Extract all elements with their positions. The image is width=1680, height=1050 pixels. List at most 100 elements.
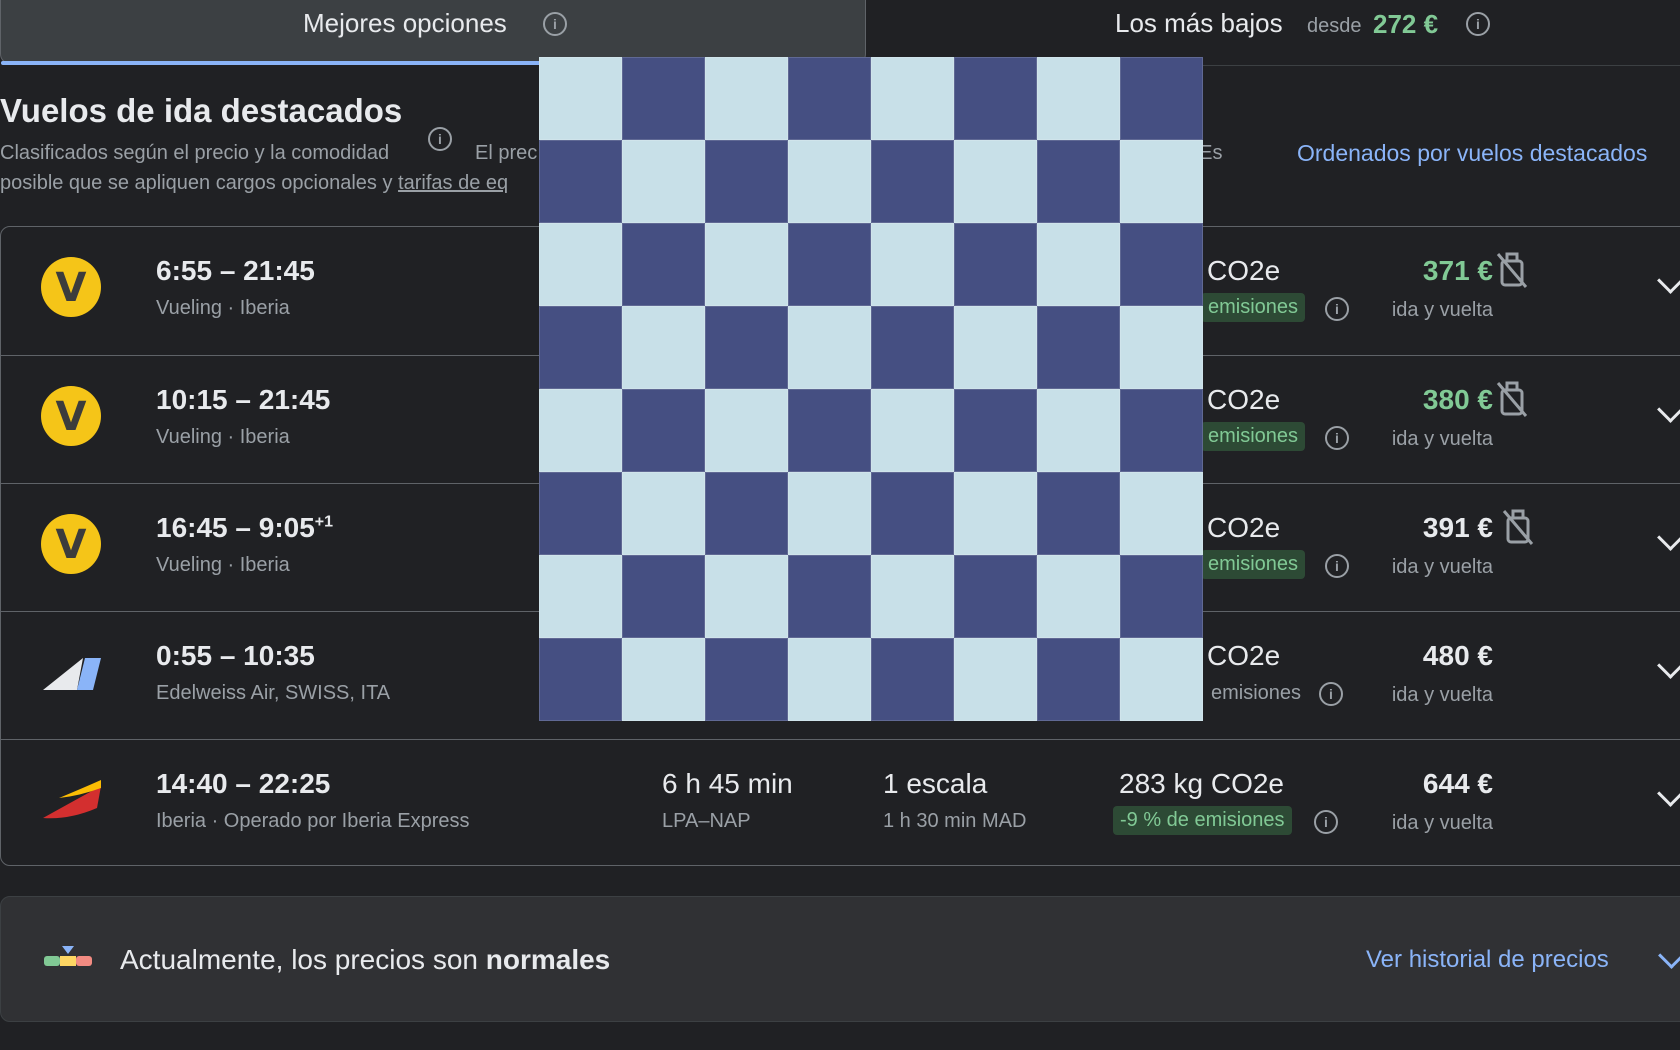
airline-name: Iberia · Operado por Iberia Express: [156, 810, 470, 832]
checker-square: [788, 638, 871, 721]
checker-square: [871, 57, 954, 140]
checker-square: [705, 638, 788, 721]
fees-link[interactable]: tarifas de eq: [398, 172, 508, 194]
co2-value: 283 kg CO2e: [1119, 768, 1284, 799]
checker-square: [705, 223, 788, 306]
flight-row[interactable]: 14:40 – 22:25 Iberia · Operado por Iberia…: [1, 739, 1680, 868]
emissions-text: emisiones: [1211, 682, 1302, 704]
vueling-logo: V: [41, 514, 101, 574]
checker-square: [1037, 306, 1120, 389]
checker-square: [1120, 57, 1203, 140]
subtitle-line-1a: Clasificados según el precio y la comodi…: [0, 142, 390, 164]
info-icon[interactable]: i: [1325, 426, 1349, 450]
checker-square: [622, 389, 705, 472]
checker-square: [1037, 223, 1120, 306]
checker-square: [788, 389, 871, 472]
checker-square: [871, 638, 954, 721]
flight-price: 644 €: [1422, 768, 1493, 799]
info-icon[interactable]: i: [1466, 12, 1490, 36]
flight-price: 380 €: [1422, 384, 1493, 415]
trip-type: ida y vuelta: [1391, 428, 1493, 450]
no-carry-on-bag-icon: [1496, 252, 1528, 288]
from-label: desde: [1307, 15, 1362, 37]
airline-name: Vueling · Iberia: [156, 426, 290, 448]
chevron-down-icon[interactable]: [1657, 780, 1680, 807]
subtitle-line-2: posible que se apliquen cargos opcionale…: [0, 172, 508, 195]
checker-square: [1037, 57, 1120, 140]
checker-square: [1037, 555, 1120, 638]
price-history-link[interactable]: Ver historial de precios: [1366, 946, 1609, 974]
flight-price: 371 €: [1422, 255, 1493, 286]
checker-square: [622, 57, 705, 140]
info-icon[interactable]: i: [1325, 297, 1349, 321]
flight-times: 0:55 – 10:35: [156, 640, 315, 672]
info-icon[interactable]: i: [1314, 810, 1338, 834]
flight-times: 16:45 – 9:05+1: [156, 512, 333, 544]
checker-square: [1120, 389, 1203, 472]
checker-square: [954, 223, 1037, 306]
iberia-logo: [43, 780, 101, 819]
flight-time-range: 6:55 – 21:45: [156, 255, 315, 286]
checker-square: [788, 306, 871, 389]
checker-square: [1120, 472, 1203, 555]
trip-type: ida y vuelta: [1391, 812, 1493, 834]
checker-square: [788, 57, 871, 140]
checker-square: [1037, 389, 1120, 472]
subtitle-line-1b: El prec: [475, 142, 538, 164]
chevron-down-icon[interactable]: [1657, 524, 1680, 551]
checker-square: [1037, 638, 1120, 721]
price-insight-text: Actualmente, los precios son normales: [120, 944, 610, 976]
checker-square: [539, 638, 622, 721]
price-insight-status: normales: [485, 944, 611, 975]
chevron-down-icon[interactable]: [1657, 396, 1680, 423]
emissions-badge: emisiones: [1201, 293, 1306, 322]
flight-time-range: 10:15 – 21:45: [156, 384, 331, 415]
info-icon[interactable]: i: [1319, 682, 1343, 706]
chevron-down-icon[interactable]: [1657, 652, 1680, 679]
checker-square: [954, 472, 1037, 555]
flight-price: 391 €: [1422, 512, 1493, 543]
edelweiss-logo: [43, 658, 101, 690]
checker-square: [705, 555, 788, 638]
checker-square: [788, 472, 871, 555]
flight-price: 480 €: [1422, 640, 1493, 671]
co2-value: CO2e: [1207, 640, 1281, 671]
flight-times: 10:15 – 21:45: [156, 384, 330, 416]
checker-square: [539, 306, 622, 389]
flight-duration: 6 h 45 min: [662, 768, 793, 799]
checker-square: [954, 306, 1037, 389]
checker-square: [954, 638, 1037, 721]
trip-type: ida y vuelta: [1391, 684, 1493, 706]
info-icon[interactable]: i: [1325, 554, 1349, 578]
stop-info: 1 h 30 min MAD: [883, 810, 1027, 832]
checker-square: [788, 555, 871, 638]
info-icon[interactable]: i: [543, 12, 567, 36]
checker-square: [954, 555, 1037, 638]
price-insight-prefix: Actualmente, los precios son: [120, 944, 486, 975]
subtitle-line-2-text: posible que se apliquen cargos opcionale…: [0, 172, 399, 194]
co2-value: CO2e: [1207, 384, 1281, 415]
checker-square: [539, 555, 622, 638]
checker-square: [871, 306, 954, 389]
checker-square: [539, 223, 622, 306]
checker-square: [954, 140, 1037, 223]
chevron-down-icon[interactable]: [1657, 267, 1680, 294]
checker-square: [539, 472, 622, 555]
flight-time-range: 16:45 – 9:05: [156, 512, 315, 543]
checker-square: [622, 555, 705, 638]
info-icon[interactable]: i: [428, 127, 452, 151]
trip-type: ida y vuelta: [1391, 556, 1493, 578]
checker-square: [622, 472, 705, 555]
checker-square: [871, 555, 954, 638]
checker-square: [954, 57, 1037, 140]
checker-square: [705, 472, 788, 555]
co2-value: CO2e: [1207, 512, 1281, 543]
airline-name: Vueling · Iberia: [156, 297, 290, 319]
checker-square: [1120, 638, 1203, 721]
checkerboard-placeholder: [539, 57, 1203, 721]
emissions-badge: emisiones: [1201, 550, 1306, 579]
tab-best-options[interactable]: Mejores opciones i: [0, 0, 866, 65]
section-title: Vuelos de ida destacados: [0, 92, 403, 129]
sort-link[interactable]: Ordenados por vuelos destacados: [1297, 140, 1647, 167]
lowest-price: 272 €: [1373, 9, 1439, 39]
